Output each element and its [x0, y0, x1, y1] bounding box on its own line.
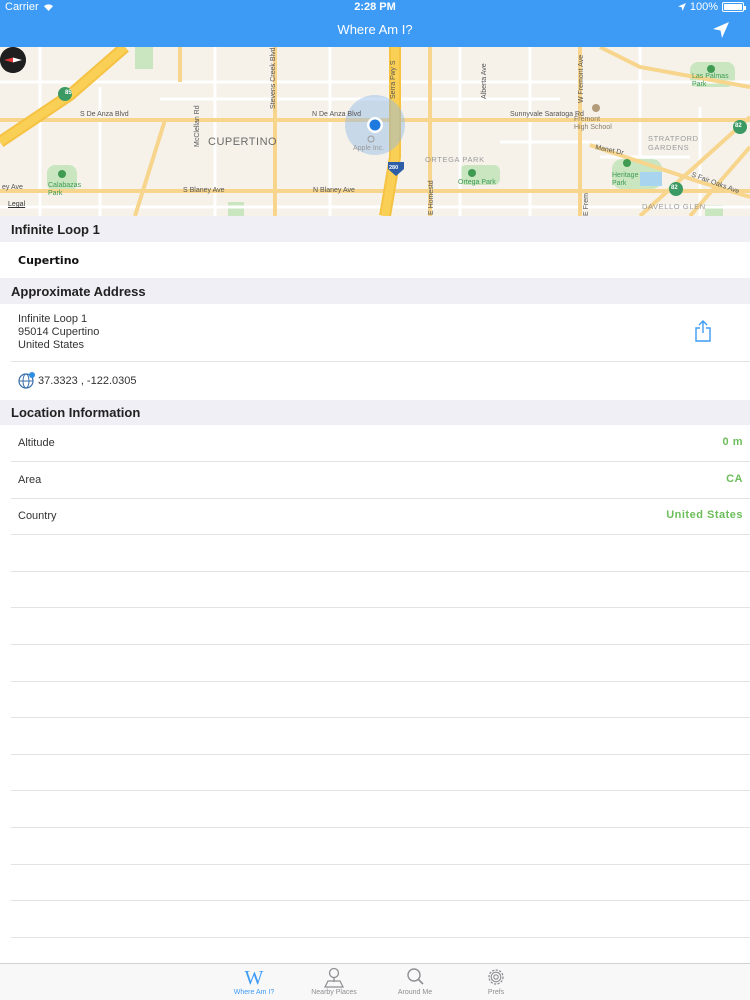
road-serra: Serra Fwy S [390, 60, 397, 99]
empty-row-divider [11, 754, 750, 755]
legal-link[interactable]: Legal [8, 201, 25, 208]
status-right: 100% [677, 1, 746, 13]
poi-las-palmas-park: Las Palmas Park [692, 73, 729, 88]
tab-prefs[interactable]: Prefs [466, 966, 526, 996]
info-header: Location Information [0, 400, 750, 425]
altitude-row: Altitude 0 m [0, 425, 750, 462]
place-header-label: Infinite Loop 1 [11, 221, 100, 237]
coordinates-row[interactable]: 37.3323 , -122.0305 [0, 362, 750, 400]
hwy85-shield: 85 [65, 90, 72, 96]
area-row: Area CA [0, 462, 750, 499]
w-letter-icon: W [245, 967, 264, 988]
road-s-de-anza: S De Anza Blvd [80, 111, 129, 118]
place-city-row[interactable]: Cupertino [0, 242, 750, 278]
tab-label: Nearby Places [311, 989, 357, 996]
city-label: CUPERTINO [208, 136, 278, 148]
address-header: Approximate Address [0, 278, 750, 304]
tab-around-me[interactable]: Around Me [385, 966, 445, 996]
poi-apple: Apple Inc. [353, 145, 385, 152]
road-s-blaney: S Blaney Ave [183, 187, 225, 194]
address-line-3: United States [18, 339, 85, 351]
road-w-fremont: W Fremont Ave [578, 54, 585, 103]
hwy82-shield-a: 82 [735, 123, 742, 129]
empty-row-divider [11, 790, 750, 791]
battery-percent: 100% [689, 1, 718, 13]
tab-label: Where Am I? [233, 989, 275, 996]
empty-row-divider [11, 717, 750, 718]
place-header: Infinite Loop 1 [0, 216, 750, 242]
map-view[interactable]: 85 82 82 280 S De Anza Blvd N De Anza Bl… [0, 47, 750, 216]
empty-row-divider [11, 681, 750, 682]
nav-bar: Carrier 2:28 PM 100% Where Am I? [0, 0, 750, 47]
empty-row-divider [11, 607, 750, 608]
empty-row-divider [11, 827, 750, 828]
share-icon[interactable] [694, 320, 712, 342]
empty-row-divider [11, 900, 750, 901]
info-header-label: Location Information [11, 405, 141, 420]
tab-bar: W Where Am I? Nearby Places Around Me Pr… [0, 963, 750, 1000]
page-title: Where Am I? [337, 22, 413, 37]
country-value: United States [666, 509, 743, 521]
clock: 2:28 PM [354, 1, 396, 13]
tab-label: Prefs [487, 989, 505, 996]
hwy280-shield: 280 [389, 165, 399, 171]
road-n-de-anza: N De Anza Blvd [312, 111, 362, 118]
poi-calabazas-park: Calabazas Park [48, 182, 82, 197]
road-mcclellan: McClellan Rd [194, 105, 201, 147]
road-e-fremont: E Frem [583, 193, 590, 216]
address-header-label: Approximate Address [11, 283, 146, 299]
area-davello-glen: DAVELLO GLEN [642, 202, 706, 211]
empty-row-divider [11, 864, 750, 865]
area-stratford-gardens: STRATFORD GARDENS [648, 134, 699, 152]
poi-heritage-park: Heritage Park [612, 172, 639, 187]
area-label: Area [18, 474, 42, 486]
poi-fremont-high-school: Fremont High School [574, 116, 612, 131]
battery-icon [722, 2, 746, 12]
search-icon [407, 968, 424, 985]
empty-row-divider [11, 644, 750, 645]
road-stevens-creek: Stevens Creek Blvd [270, 47, 277, 109]
empty-row-divider [11, 571, 750, 572]
road-alberta: Alberta Ave [481, 63, 488, 99]
place-city: Cupertino [18, 254, 80, 267]
country-label: Country [18, 510, 57, 522]
map-pin-icon [324, 967, 344, 988]
coordinates-value: 37.3323 , -122.0305 [38, 375, 137, 387]
address-line-2: 95014 Cupertino [18, 326, 100, 338]
road-e-homestead: E Homestd [428, 180, 435, 215]
address-line-1: Infinite Loop 1 [18, 313, 88, 325]
compass-icon[interactable] [0, 47, 26, 73]
tab-nearby-places[interactable]: Nearby Places [304, 966, 364, 996]
globe-icon [18, 372, 35, 389]
area-value: CA [726, 473, 743, 485]
tab-label: Around Me [397, 989, 433, 996]
tab-where-am-i[interactable]: W Where Am I? [224, 966, 284, 996]
road-n-blaney: N Blaney Ave [313, 187, 355, 194]
hwy82-shield-b: 82 [671, 185, 678, 191]
svg-text:W: W [245, 967, 264, 988]
location-arrow-icon[interactable] [712, 21, 730, 39]
divider [11, 534, 750, 535]
empty-row-divider [11, 937, 750, 938]
map-roads [0, 47, 750, 216]
gear-icon [488, 969, 504, 985]
address-block: Infinite Loop 1 95014 Cupertino United S… [18, 313, 99, 352]
poi-ortega-park: Ortega Park [458, 179, 496, 186]
address-row[interactable]: Infinite Loop 1 95014 Cupertino United S… [0, 304, 750, 362]
country-row: Country United States [0, 499, 750, 535]
area-ortega-park: ORTEGA PARK [425, 155, 485, 164]
altitude-label: Altitude [18, 437, 55, 449]
road-blaney-left: ey Ave [2, 184, 23, 191]
location-services-icon [677, 3, 686, 11]
altitude-value: 0 m [722, 436, 743, 448]
status-bar: Carrier 2:28 PM 100% [0, 0, 750, 15]
road-sunnyvale-saratoga: Sunnyvale Saratoga Rd [510, 111, 584, 118]
